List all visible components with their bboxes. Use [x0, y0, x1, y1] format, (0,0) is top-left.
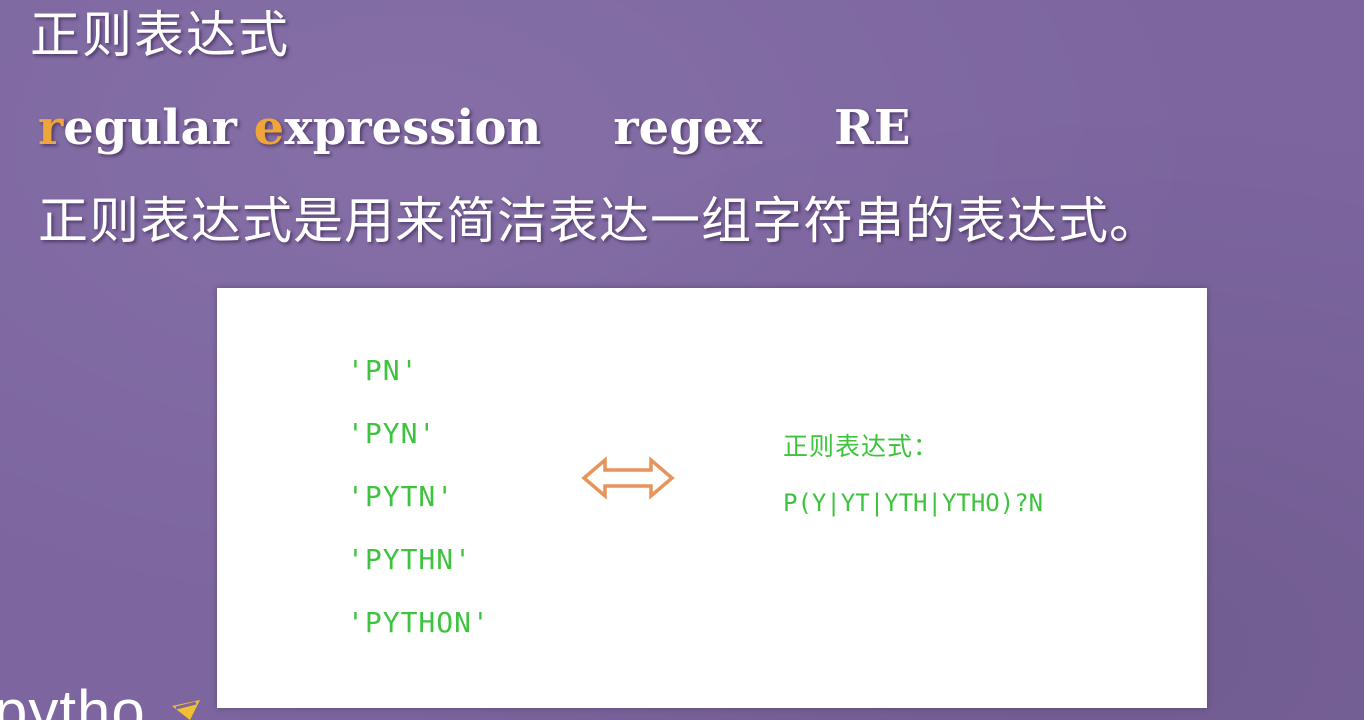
example-string: 'PYTN' — [347, 480, 455, 513]
regex-label: 正则表达式： — [783, 432, 940, 461]
term-regex: regex — [613, 100, 762, 156]
definition-text: 正则表达式是用来简洁表达一组字符串的表达式。 — [38, 192, 1160, 250]
corner-logo: pytho — [0, 684, 210, 720]
regex-value: P(Y|YT|YTH|YTHO)?N — [783, 489, 1044, 517]
slide-title: 正则表达式 — [30, 6, 290, 64]
logo-text: pytho — [0, 684, 146, 720]
example-string: 'PYTHN' — [347, 543, 473, 576]
term-regular-expression: regular expression — [38, 100, 541, 156]
term-re: RE — [833, 100, 911, 156]
example-panel: 'PN' 'PYN' 'PYTN' 'PYTHN' 'PYTHON' 正则表达式… — [217, 288, 1207, 708]
logo-mark-icon — [172, 700, 200, 720]
example-strings-list: 'PN' 'PYN' 'PYTN' 'PYTHN' 'PYTHON' — [347, 352, 490, 667]
terms-row: regular expression regex RE — [38, 96, 910, 160]
example-string: 'PYTHON' — [347, 606, 490, 639]
double-arrow-icon — [581, 456, 675, 500]
accent-letter-r: r — [38, 100, 64, 156]
example-string: 'PYN' — [347, 417, 437, 450]
term-word-expression: xpression — [284, 100, 542, 156]
term-word-regular: egular — [63, 100, 254, 156]
accent-letter-e: e — [253, 100, 285, 156]
example-string: 'PN' — [347, 354, 419, 387]
